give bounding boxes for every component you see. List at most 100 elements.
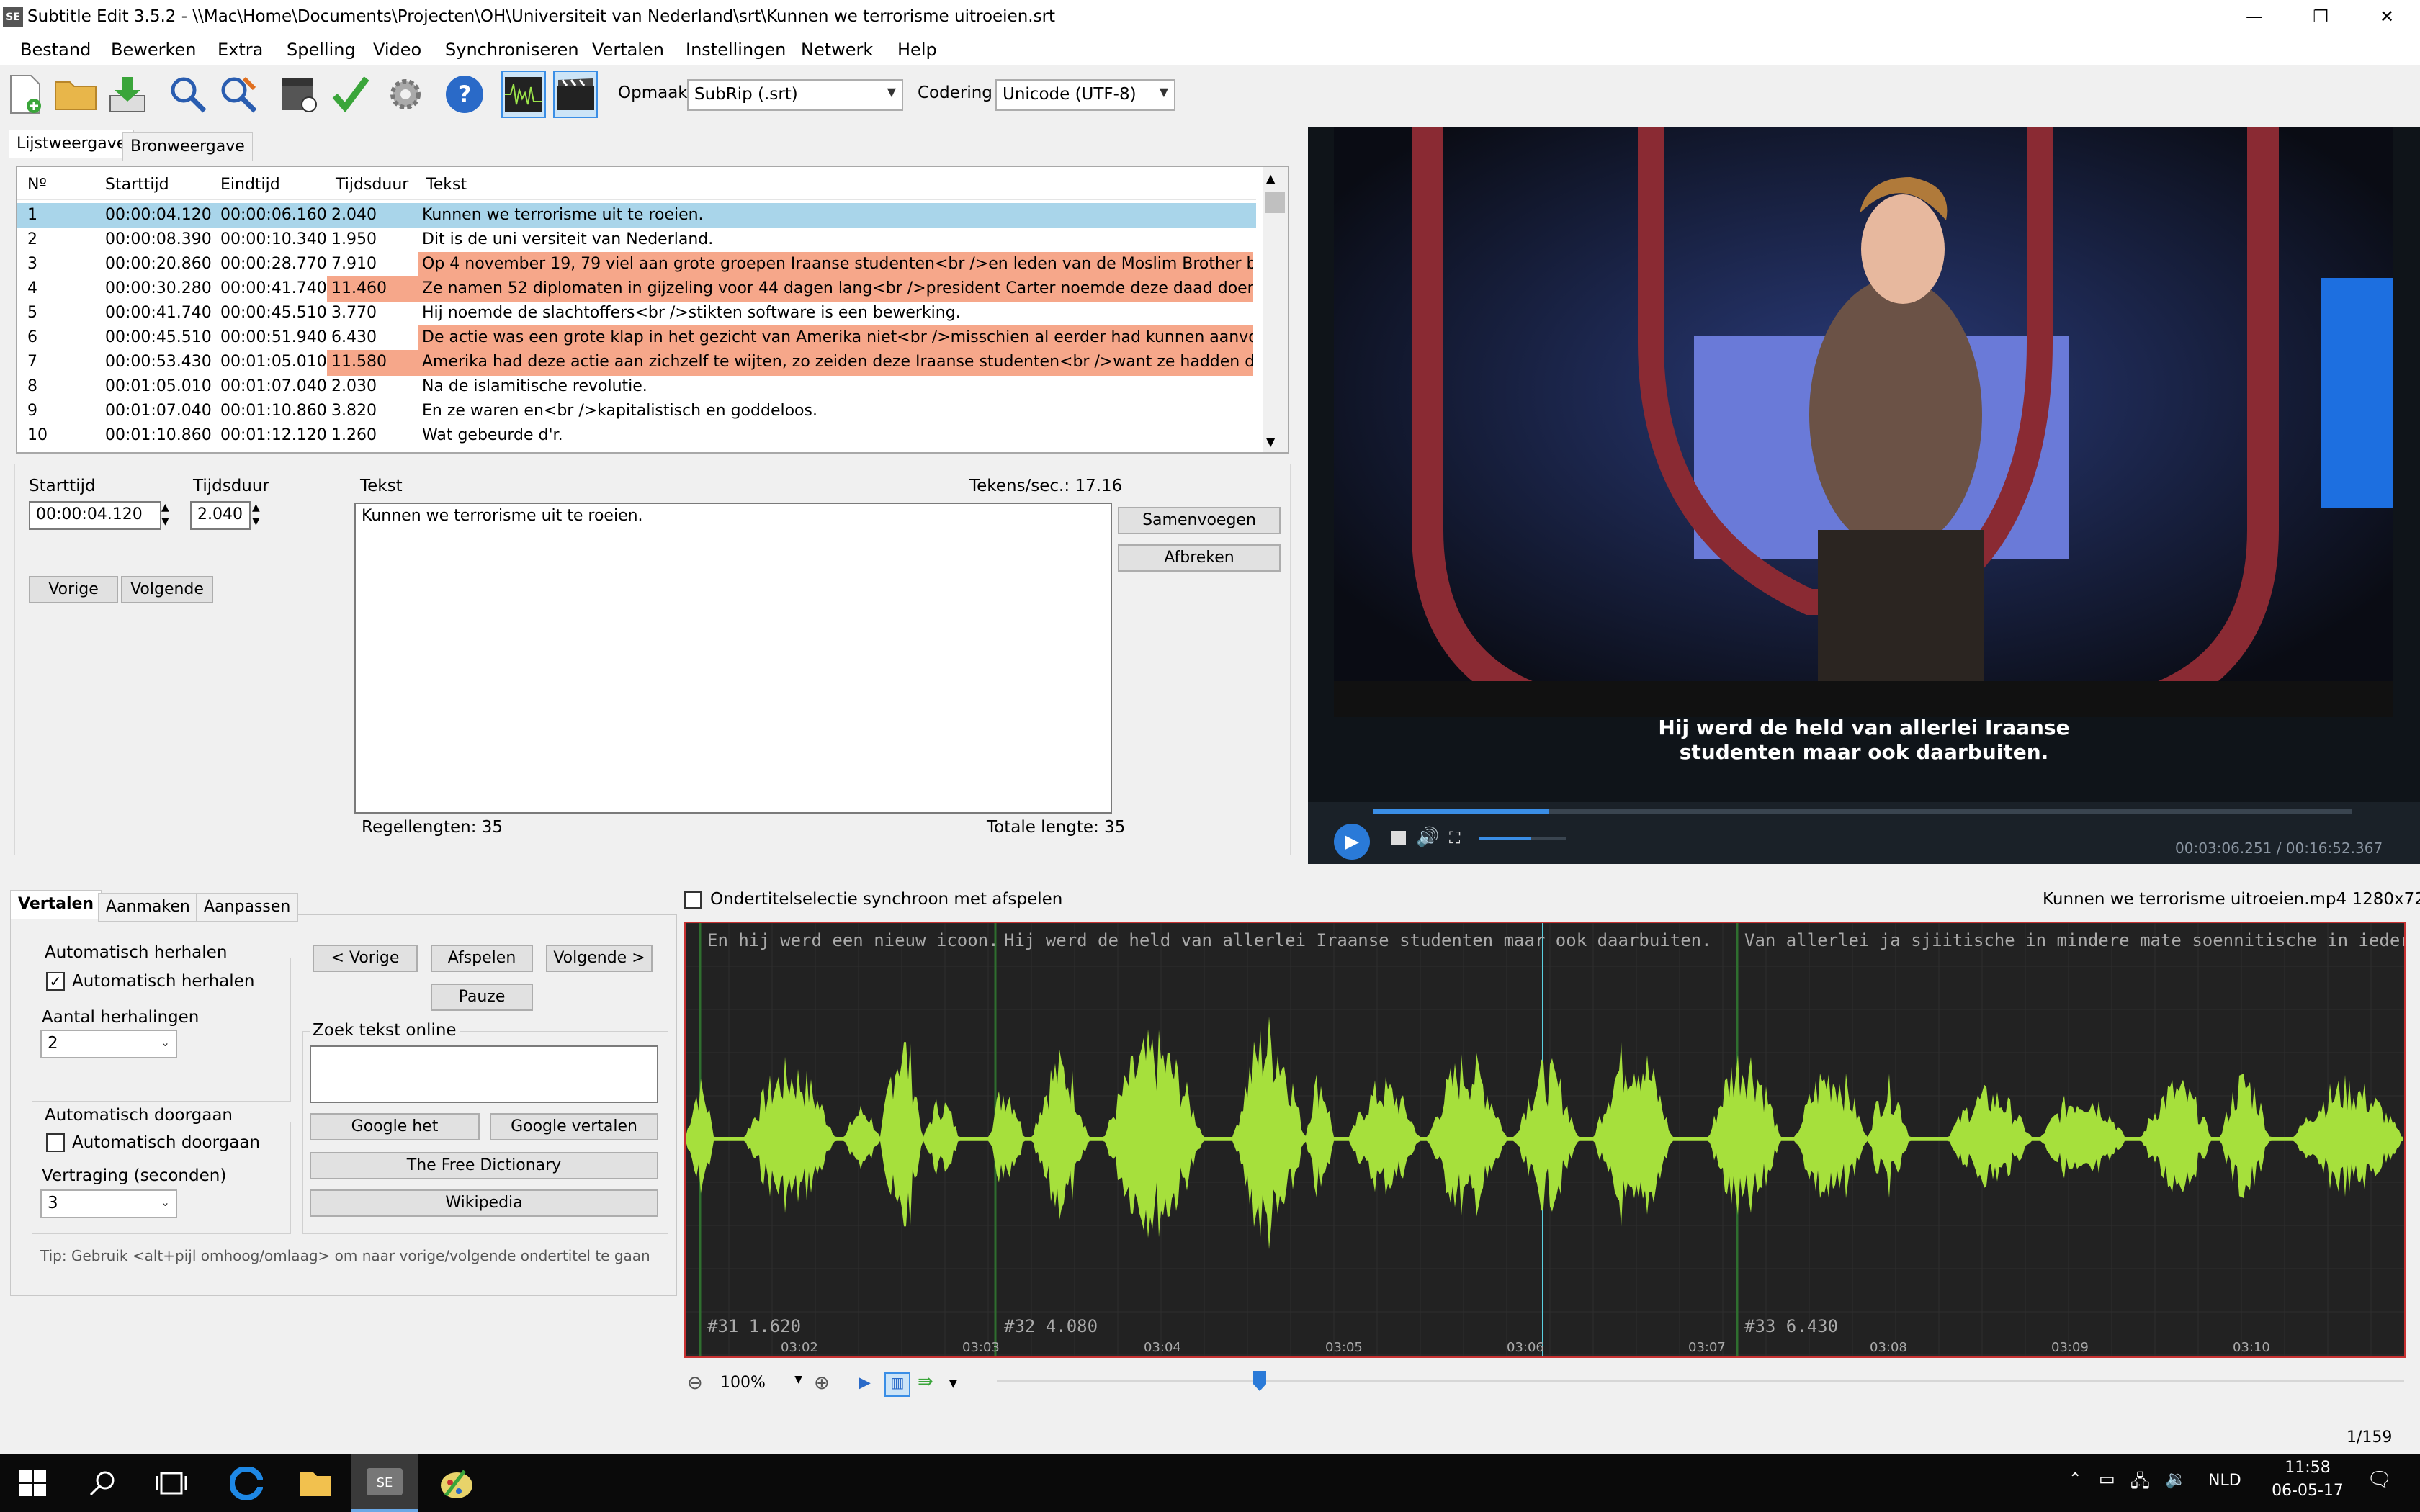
free-dictionary-button[interactable]: The Free Dictionary [310,1152,658,1179]
tab-aanpassen[interactable]: Aanpassen [196,893,299,922]
video-clapper-icon[interactable] [277,71,321,118]
check-icon[interactable] [328,71,373,118]
waveform-icon[interactable] [501,71,546,118]
format-select[interactable]: SubRip (.srt) ▼ [687,79,903,111]
online-search-input[interactable] [310,1045,658,1103]
new-file-icon[interactable] [3,71,48,118]
help-icon[interactable]: ? [442,71,487,118]
menu-extra[interactable]: Extra [218,40,263,60]
search-icon[interactable] [166,71,210,118]
zoom-out-icon[interactable]: ⊖ [687,1372,703,1394]
prev-subtitle-button[interactable]: < Vorige [313,945,418,972]
auto-continue-checkbox[interactable] [46,1133,65,1152]
seek-bar[interactable] [1373,809,2352,814]
google-translate-button[interactable]: Google vertalen [490,1113,658,1140]
search-icon[interactable] [69,1454,135,1512]
chevron-down-icon[interactable]: ▼ [949,1378,957,1390]
repeat-count-select[interactable]: 2 ⌄ [40,1030,177,1058]
table-row[interactable]: 10 00:01:10.860 00:01:12.120 1.260 Wat gebeu… [17,423,1256,448]
split-button[interactable]: Afbreken [1118,544,1281,572]
sync-selection-checkbox[interactable] [684,891,702,909]
minimize-button[interactable]: — [2221,0,2287,36]
gear-icon[interactable] [383,71,428,118]
paint-app-icon[interactable] [424,1454,490,1512]
play-button[interactable]: Afspelen [431,945,533,972]
subtitle-edit-taskbar-icon[interactable]: SE [351,1454,418,1512]
show-hidden-icons-icon[interactable]: ⌃ [2069,1470,2081,1488]
scroll-up-icon[interactable]: ▲ [1266,171,1275,185]
table-row[interactable]: 4 00:00:30.280 00:00:41.740 11.460 Ze namen … [17,276,1256,302]
zoom-in-icon[interactable]: ⊕ [814,1372,830,1394]
table-row[interactable]: 9 00:01:07.040 00:01:10.860 3.820 En ze ware… [17,399,1256,423]
start-time-input[interactable]: 00:00:04.120 [29,501,161,530]
table-row[interactable]: 6 00:00:45.510 00:00:51.940 6.430 De actie w… [17,325,1256,351]
open-folder-icon[interactable] [53,71,98,118]
fullscreen-icon[interactable]: ⛶ [1449,829,1460,847]
play-button[interactable]: ▶ [1334,824,1370,860]
table-row[interactable]: 8 00:01:05.010 00:01:07.040 2.030 Na de isla… [17,374,1256,399]
edge-browser-icon[interactable] [213,1454,279,1512]
next-subtitle-button[interactable]: Volgende > [546,945,653,972]
duration-input[interactable]: 2.040 [190,501,251,530]
menu-help[interactable]: Help [897,40,937,60]
subtitle-list[interactable]: Nº Starttijd Eindtijd Tijdsduur Tekst 10… [16,166,1289,454]
tab-vertalen[interactable]: Vertalen [10,890,102,919]
menu-spelling[interactable]: Spelling [287,40,356,60]
list-scrollbar[interactable]: ▲ ▼ [1263,167,1288,452]
pause-button[interactable]: Pauze [431,984,533,1011]
audio-waveform[interactable]: En hij werd een nieuw icoon. Hij werd de… [684,922,2406,1358]
file-explorer-icon[interactable] [282,1454,349,1512]
column-duration[interactable]: Tijdsduur [336,176,408,194]
table-row[interactable]: 3 00:00:20.860 00:00:28.770 7.910 Op 4 novem… [17,252,1256,278]
clock-time[interactable]: 11:58 [2279,1459,2336,1477]
windows-start-icon[interactable] [0,1454,66,1512]
table-row[interactable]: 2 00:00:08.390 00:00:10.340 1.950 Dit is de … [17,228,1256,252]
column-end[interactable]: Eindtijd [220,176,280,194]
menu-video[interactable]: Video [373,40,421,60]
column-text[interactable]: Tekst [426,176,467,194]
menu-vertalen[interactable]: Vertalen [592,40,664,60]
menu-synchroniseren[interactable]: Synchroniseren [445,40,579,60]
encoding-select[interactable]: Unicode (UTF-8) ▼ [995,79,1175,111]
wikipedia-button[interactable]: Wikipedia [310,1189,658,1217]
tab-lijstweergave[interactable]: Lijstweergave [9,130,135,158]
close-button[interactable]: ✕ [2354,0,2420,36]
previous-button[interactable]: Vorige [29,576,118,603]
next-button[interactable]: Volgende [121,576,213,603]
tab-bronweergave[interactable]: Bronweergave [122,132,253,161]
clock-date[interactable]: 06-05-17 [2266,1482,2349,1500]
auto-repeat-checkbox[interactable]: ✓ [46,972,65,991]
battery-icon[interactable]: ▭ [2099,1469,2115,1489]
task-view-icon[interactable] [138,1454,205,1512]
toggle-spectrogram-icon[interactable]: ▥ [884,1372,910,1397]
google-button[interactable]: Google het [310,1113,480,1140]
delay-select[interactable]: 3 ⌄ [40,1189,177,1218]
merge-button[interactable]: Samenvoegen [1118,507,1281,534]
menu-netwerk[interactable]: Netwerk [801,40,873,60]
scroll-thumb[interactable] [1265,192,1285,213]
subtitle-text-area[interactable]: Kunnen we terrorisme uit te roeien. [354,503,1112,814]
stop-button[interactable] [1392,831,1406,845]
notifications-icon[interactable]: 🗨 [2367,1467,2393,1491]
play-selection-icon[interactable]: ▶ [859,1374,871,1392]
table-row[interactable]: 5 00:00:41.740 00:00:45.510 3.770 Hij noemde… [17,301,1256,325]
waveform-position-slider[interactable] [997,1380,2404,1382]
download-icon[interactable] [105,71,150,118]
column-number[interactable]: Nº [27,176,47,194]
tab-aanmaken[interactable]: Aanmaken [98,893,198,922]
video-player[interactable]: Hij werd de held van allerlei Iraanse st… [1308,127,2420,864]
menu-bestand[interactable]: Bestand [20,40,91,60]
auto-next-icon[interactable]: ⇛ [918,1371,933,1392]
network-icon[interactable]: 🖧 [2130,1469,2150,1498]
menu-bewerken[interactable]: Bewerken [111,40,197,60]
volume-icon[interactable]: 🔊 [1416,827,1439,848]
replace-icon[interactable] [216,71,261,118]
volume-slider[interactable] [1479,837,1566,840]
table-row[interactable]: 1 00:00:04.120 00:00:06.160 2.040 Kunnen we … [17,203,1256,228]
menu-instellingen[interactable]: Instellingen [686,40,786,60]
start-time-spinner[interactable]: ▲ ▼ [161,501,173,528]
slider-thumb[interactable] [1253,1371,1266,1391]
table-row[interactable]: 7 00:00:53.430 00:01:05.010 11.580 Amerika h… [17,350,1256,376]
volume-icon[interactable]: 🔉 [2165,1469,2187,1489]
film-icon[interactable] [553,71,598,118]
